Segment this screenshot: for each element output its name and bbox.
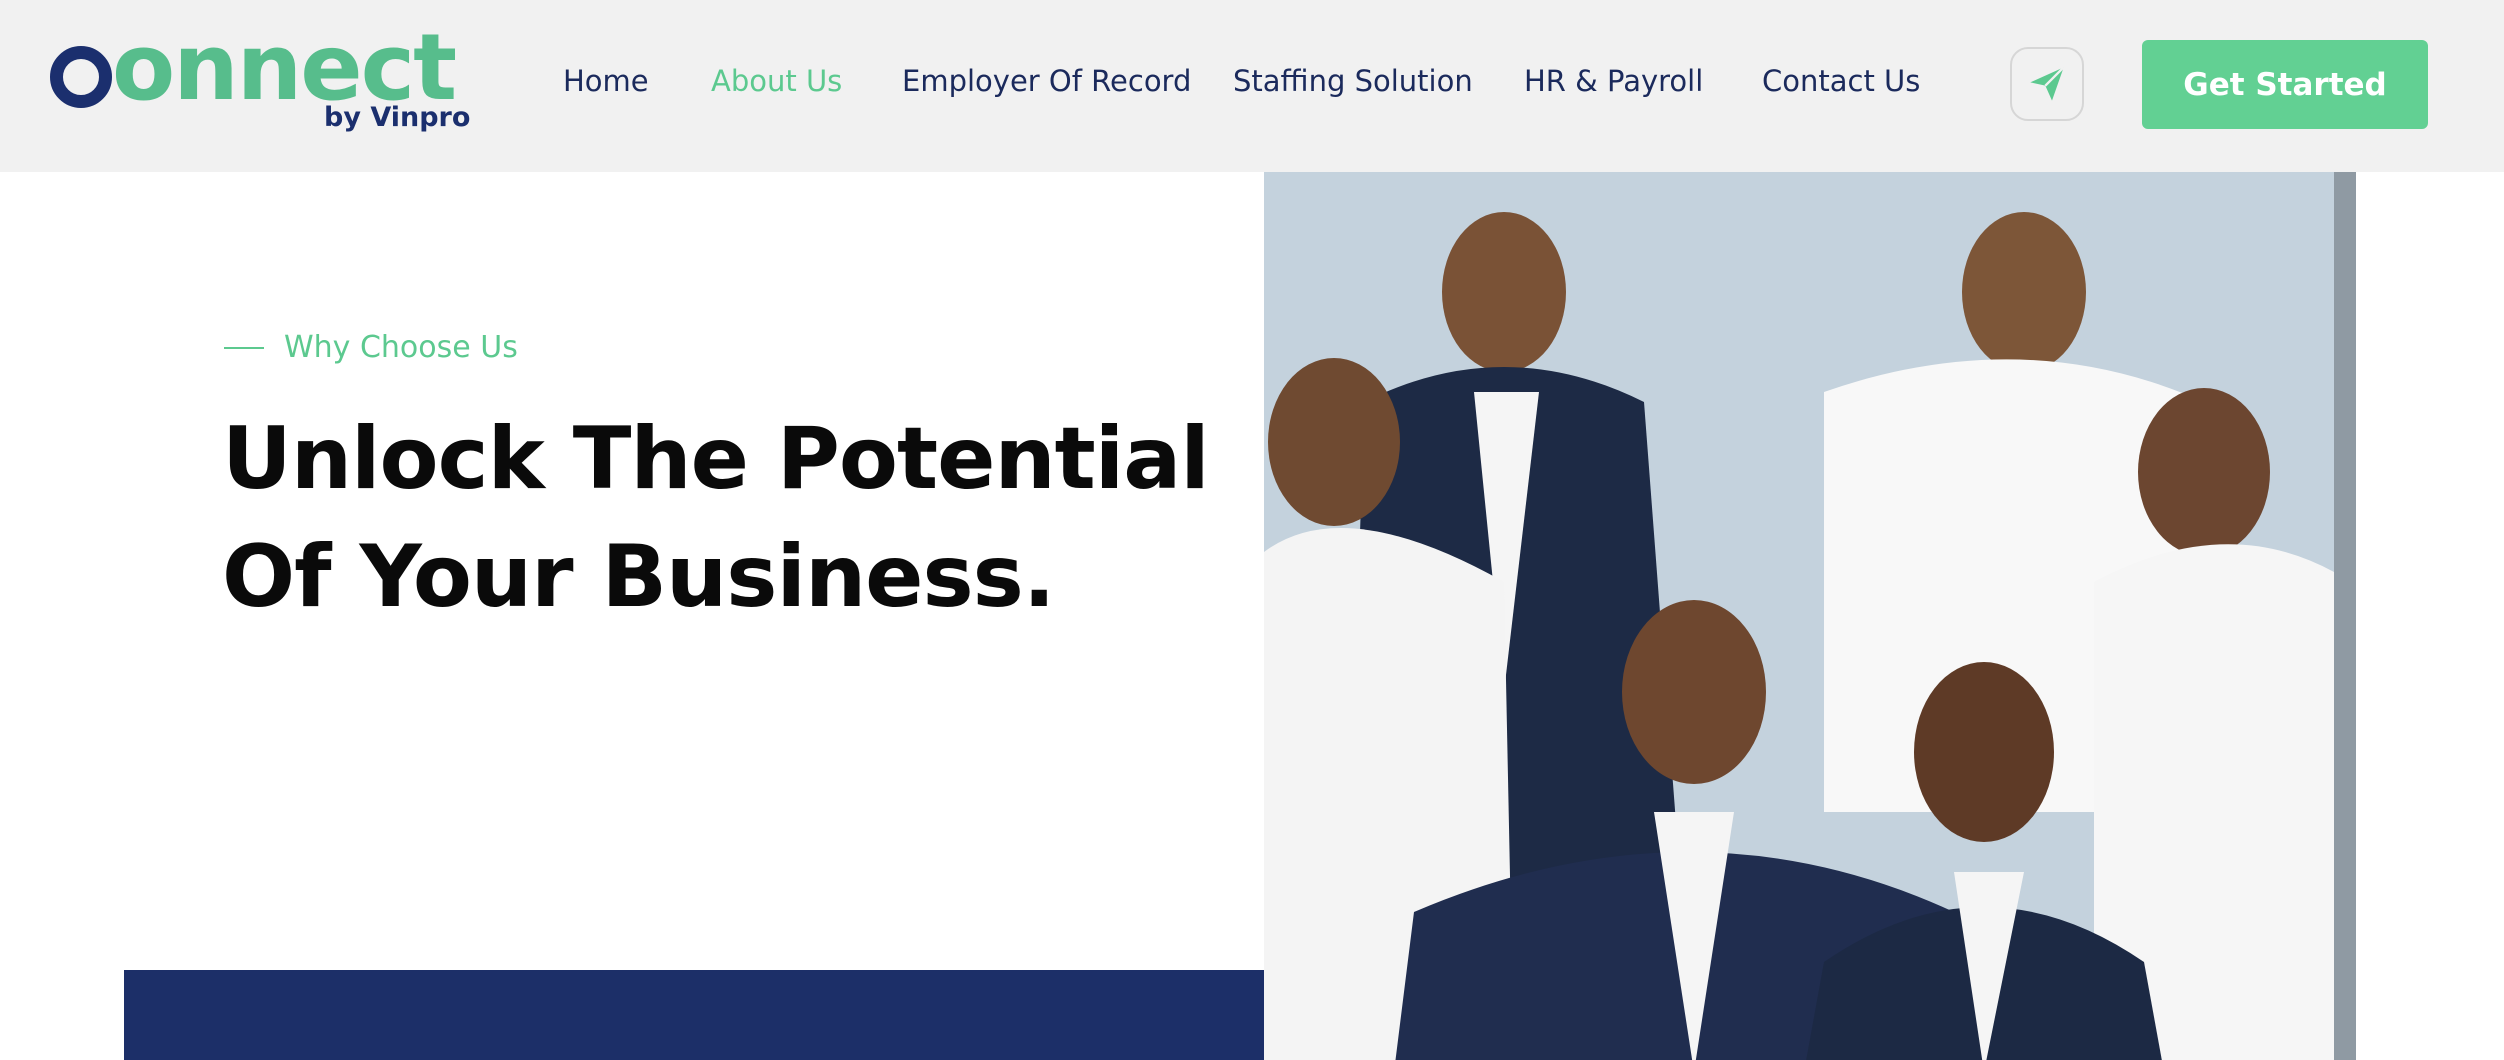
logo-ring-icon <box>50 46 112 108</box>
logo-wordmark: onnect <box>112 14 457 121</box>
nav-home[interactable]: Home <box>563 64 649 98</box>
get-started-button[interactable]: Get Started <box>2142 40 2428 129</box>
team-photo <box>1264 172 2356 1060</box>
send-message-button[interactable] <box>2010 47 2084 121</box>
paper-plane-icon <box>2030 66 2065 101</box>
nav-contact-us[interactable]: Contact Us <box>1762 64 1920 98</box>
connect-logo[interactable]: onnect by Vinpro <box>50 22 470 138</box>
headline-line-1: Unlock The Potential <box>222 409 1210 509</box>
eyebrow-rule <box>224 346 264 349</box>
eyebrow-label: Why Choose Us <box>284 330 518 365</box>
headline-line-2: Of Your Business. <box>222 527 1056 627</box>
nav-employer-of-record[interactable]: Employer Of Record <box>902 64 1191 98</box>
hero-headline: Unlock The Potential Of Your Business. <box>222 400 1222 636</box>
site-header: onnect by Vinpro Home About Us Employer … <box>0 0 2504 172</box>
navy-feature-band <box>124 970 1264 1060</box>
logo-tagline: by Vinpro <box>324 102 471 133</box>
nav-staffing-solution[interactable]: Staffing Solution <box>1233 64 1473 98</box>
section-eyebrow: Why Choose Us <box>224 330 518 365</box>
nav-hr-payroll[interactable]: HR & Payroll <box>1524 64 1703 98</box>
nav-about-us[interactable]: About Us <box>711 64 842 98</box>
